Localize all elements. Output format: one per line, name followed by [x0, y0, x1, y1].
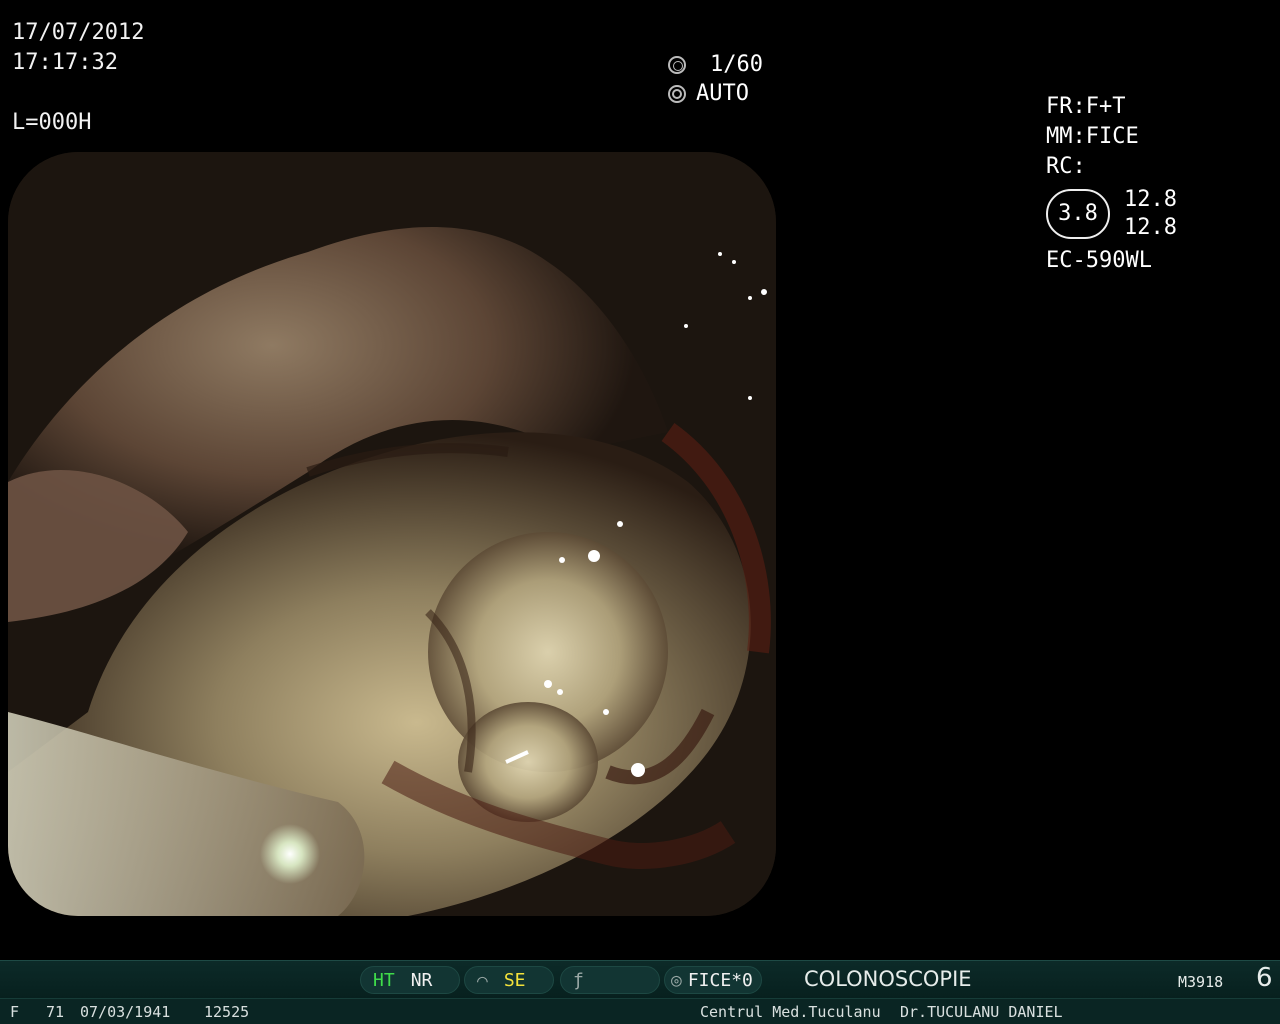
doctor-name: Dr.TUCULANU DANIEL — [900, 1003, 1063, 1021]
se-label: SE — [503, 969, 526, 991]
curve-icon: ƒ — [573, 969, 584, 991]
ht-nr-pill: HT NR — [360, 966, 460, 994]
fice-label: FICE*0 — [687, 969, 753, 991]
light-level-label: L=000H — [12, 110, 92, 135]
shutter-icon — [668, 55, 686, 74]
fice-pill: ◎ FICE*0 — [664, 966, 762, 994]
endoscopic-image — [8, 152, 776, 916]
color-values: 12.8 12.8 — [1124, 186, 1177, 242]
color-b-value: 12.8 — [1124, 215, 1177, 240]
nr-label: NR — [410, 969, 433, 991]
iris-mode: AUTO — [696, 81, 749, 106]
procedure-label: COLONOSCOPIE — [804, 967, 972, 991]
rc-label: RC: — [1046, 154, 1086, 179]
image-count: 6 — [1256, 963, 1273, 993]
endoscopy-screen: 17/07/2012 17:17:32 L=000H 1/60 AUTO FR:… — [0, 0, 1280, 1024]
settings-block: FR:F+T MM:FICE RC: 3.8 12.8 12.8 EC-590W… — [1046, 92, 1177, 276]
metering-mode: MM:FICE — [1046, 124, 1139, 149]
shutter-speed: 1/60 — [710, 52, 763, 77]
memory-id: M3918 — [1178, 973, 1224, 991]
ht-label: HT — [373, 969, 395, 991]
ihb-row: 3.8 12.8 12.8 — [1046, 186, 1177, 242]
patient-sex: F — [10, 1003, 20, 1021]
scope-model: EC-590WL — [1046, 248, 1152, 273]
clinic-name: Centrul Med.Tuculanu — [700, 1003, 881, 1021]
status-bar: HT NR ⌒ SE ƒ ◎ FICE*0 COLONOSCOPIE M3918… — [0, 960, 1280, 999]
color-r-value: 12.8 — [1124, 187, 1177, 212]
shutter-block: 1/60 AUTO — [668, 50, 763, 108]
fice-icon: ◎ — [671, 969, 682, 991]
patient-age: 71 — [46, 1003, 65, 1021]
time-label: 17:17:32 — [12, 50, 118, 75]
iris-row: AUTO — [668, 79, 763, 108]
ihb-value: 3.8 — [1058, 201, 1098, 226]
se-pill: ⌒ SE — [464, 966, 554, 994]
ihb-oval: 3.8 — [1046, 189, 1110, 239]
date-label: 17/07/2012 — [12, 20, 145, 45]
endoscopic-image-svg — [8, 152, 776, 916]
patient-bar: F 71 07/03/1941 12525 Centrul Med.Tucula… — [0, 998, 1280, 1024]
color-pill: ƒ — [560, 966, 660, 994]
patient-birth-date: 07/03/1941 — [80, 1003, 171, 1021]
patient-id: 12525 — [204, 1003, 250, 1021]
iris-icon — [668, 84, 686, 103]
freeze-mode: FR:F+T — [1046, 94, 1126, 119]
structure-icon: ⌒ — [477, 969, 488, 991]
shutter-row: 1/60 — [668, 50, 763, 79]
